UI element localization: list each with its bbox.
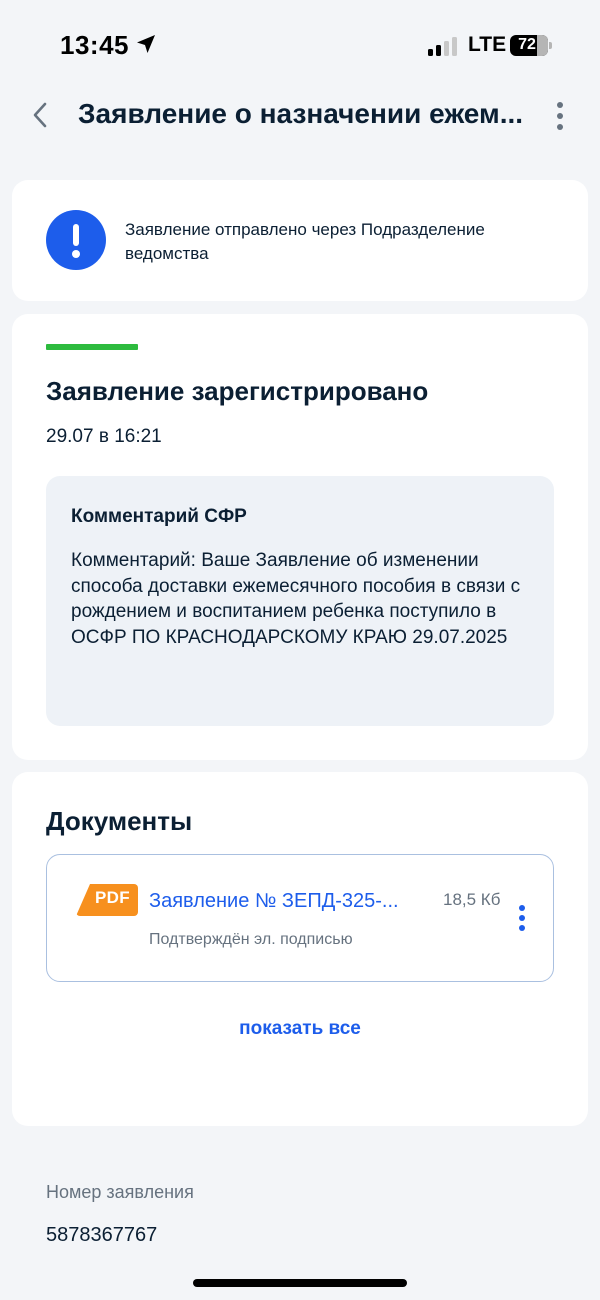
document-more-icon[interactable] (517, 903, 527, 933)
exclamation-icon (46, 210, 106, 270)
documents-title: Документы (46, 806, 193, 836)
app-header: Заявление о назначении ежем... (0, 90, 600, 150)
document-size: 18,5 Кб (443, 890, 501, 909)
documents-card: Документы PDF Заявление № ЗЕПД-325-... 1… (12, 772, 588, 1126)
comment-box: Комментарий СФР Комментарий: Ваше Заявле… (46, 476, 554, 726)
document-item[interactable]: PDF Заявление № ЗЕПД-325-... 18,5 Кб Под… (46, 854, 554, 982)
status-date: 29.07 в 16:21 (46, 426, 162, 447)
status-card: Заявление зарегистрировано 29.07 в 16:21… (12, 314, 588, 760)
info-message: Заявление отправлено через Подразделение… (125, 220, 485, 263)
location-arrow-icon (137, 35, 155, 53)
battery-icon: 72 (510, 35, 552, 56)
page-title: Заявление о назначении ежем... (78, 98, 524, 129)
status-bar: 13:45 LTE 72 (0, 0, 600, 90)
cellular-signal-icon (428, 36, 460, 56)
comment-text: Комментарий: Ваше Заявление об изменении… (71, 550, 521, 648)
document-signature-status: Подтверждён эл. подписью (149, 931, 353, 948)
more-vertical-icon[interactable] (552, 100, 568, 132)
network-type: LTE (468, 33, 507, 56)
document-type: PDF (95, 888, 130, 907)
document-name[interactable]: Заявление № ЗЕПД-325-... (149, 890, 399, 913)
battery-level: 72 (518, 36, 536, 53)
chevron-left-icon[interactable] (26, 100, 56, 130)
home-indicator[interactable] (193, 1279, 407, 1287)
show-all-link[interactable]: показать все (12, 1018, 588, 1040)
comment-title: Комментарий СФР (71, 506, 247, 527)
status-time: 13:45 (60, 30, 129, 60)
application-number-label: Номер заявления (46, 1182, 194, 1202)
application-number: 5878367767 (46, 1224, 158, 1246)
status-title: Заявление зарегистрировано (46, 376, 429, 406)
status-indicator-bar (46, 344, 138, 350)
info-card: Заявление отправлено через Подразделение… (12, 180, 588, 301)
